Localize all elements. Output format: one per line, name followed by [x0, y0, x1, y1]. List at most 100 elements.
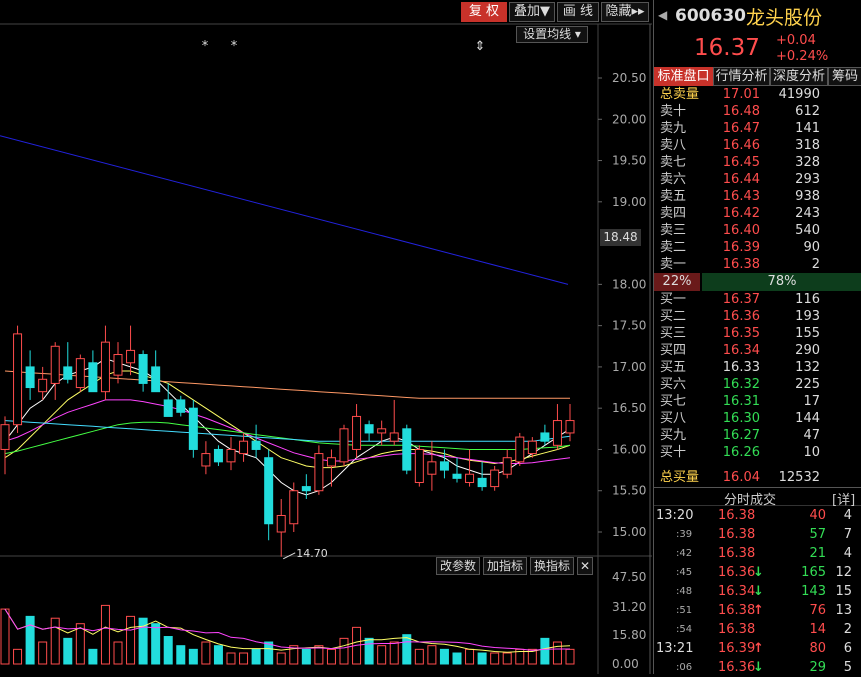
total-sell-row[interactable]: 总卖量 17.01 41990 [654, 86, 861, 103]
sell-level-row[interactable]: 卖一 16.38 2 [654, 256, 861, 273]
book-level-label: 买十 [660, 445, 687, 460]
volume-tick-label: 15.80 [612, 628, 646, 642]
switch-arrow-icon[interactable]: ◀ [658, 8, 667, 22]
candle-body [226, 448, 236, 463]
candle-body [377, 428, 387, 434]
total-buy-row[interactable]: 总买量 16.04 12532 [654, 469, 861, 486]
volume-bar [151, 623, 161, 665]
sell-level-row[interactable]: 卖三 16.40 540 [654, 222, 861, 239]
stock-code: 600630 [675, 6, 746, 26]
sell-level-row[interactable]: 卖九 16.47 141 [654, 120, 861, 137]
switch-indicator-button[interactable]: 换指标 [530, 557, 574, 575]
volume-bar [276, 652, 286, 665]
sell-level-row[interactable]: 卖七 16.45 328 [654, 154, 861, 171]
book-level-label: 买一 [660, 292, 687, 307]
book-level-price: 16.42 [722, 206, 760, 221]
book-level-price: 16.36 [722, 309, 760, 324]
volume-bar [113, 641, 123, 665]
book-level-price: 16.39 [722, 240, 760, 255]
buy-level-row[interactable]: 买二 16.36 193 [654, 308, 861, 325]
buy-level-row[interactable]: 买一 16.37 116 [654, 291, 861, 308]
change-params-button[interactable]: 改参数 [436, 557, 480, 575]
candle-body [113, 354, 123, 376]
book-level-label: 卖九 [660, 121, 687, 136]
buy-level-row[interactable]: 买五 16.33 132 [654, 359, 861, 376]
tick-time: :06 [676, 662, 693, 673]
volume-bar [251, 648, 261, 665]
buy-level-row[interactable]: 买三 16.35 155 [654, 325, 861, 342]
book-level-volume: 17 [803, 394, 820, 409]
candle-body [452, 473, 462, 479]
book-level-label: 卖三 [660, 223, 687, 238]
sell-level-row[interactable]: 卖八 16.46 318 [654, 137, 861, 154]
candle-body [402, 428, 412, 471]
event-marker: * [231, 39, 238, 54]
volume-bar [465, 648, 475, 665]
volume-bar [502, 652, 512, 665]
candle-body [502, 457, 512, 475]
buy-level-row[interactable]: 买九 16.27 47 [654, 427, 861, 444]
volume-bar [163, 636, 173, 665]
tab-market-analysis[interactable]: 行情分析 [713, 67, 770, 86]
low-price-label: 14.70 [296, 547, 328, 560]
tick-row: :39 16.38 57 7 [654, 525, 861, 544]
ticks-header: 分时成交 [详] [654, 487, 861, 508]
sell-level-row[interactable]: 卖二 16.39 90 [654, 239, 861, 256]
tick-row: 13:20 16.38 40 4 [654, 506, 861, 525]
candle-body [251, 440, 261, 450]
current-price-label: 18.48 [600, 229, 641, 246]
candle-body [176, 399, 186, 413]
book-level-volume: 318 [795, 138, 820, 153]
tab-chips[interactable]: 筹码 [828, 67, 861, 86]
tick-count: 6 [843, 641, 852, 656]
volume-bar [490, 652, 500, 665]
buy-level-row[interactable]: 买六 16.32 225 [654, 376, 861, 393]
buy-level-row[interactable]: 买四 16.34 290 [654, 342, 861, 359]
volume-bar [0, 608, 10, 665]
add-indicator-button[interactable]: 加指标 [483, 557, 527, 575]
candle-body [515, 436, 525, 463]
volume-bar [389, 641, 399, 665]
close-indicator-button[interactable]: ✕ [577, 557, 593, 575]
tick-direction-icon: ↓ [753, 660, 764, 675]
tick-price: 16.34 [718, 584, 756, 599]
tick-count: 2 [843, 622, 852, 637]
volume-ma-line [4, 608, 570, 651]
candle-body [38, 378, 48, 393]
buy-level-row[interactable]: 买七 16.31 17 [654, 393, 861, 410]
tab-standard-book[interactable]: 标准盘口 [654, 67, 713, 86]
candle-body [75, 358, 85, 389]
volume-tick-label: 47.50 [612, 570, 646, 584]
tick-row: :42 16.38 21 4 [654, 544, 861, 563]
y-tick-label: 17.00 [612, 360, 646, 374]
sell-level-row[interactable]: 卖十 16.48 612 [654, 103, 861, 120]
book-level-price: 16.35 [722, 326, 760, 341]
book-level-volume: 10 [803, 445, 820, 460]
volume-bar [25, 615, 35, 665]
tab-depth-analysis[interactable]: 深度分析 [770, 67, 828, 86]
kline-chart-area[interactable]: 复 权 叠加▼ 画 线 隐藏▸▸ 设置均线 ▾ 20.50 20.00 19.50 1… [0, 0, 652, 674]
sell-level-row[interactable]: 卖四 16.42 243 [654, 205, 861, 222]
sell-level-row[interactable]: 卖五 16.43 938 [654, 188, 861, 205]
volume-bar [100, 604, 110, 665]
book-level-price: 16.45 [722, 155, 760, 170]
candle-body [126, 349, 136, 364]
y-tick-label: 18.00 [612, 277, 646, 291]
tick-direction-icon: ↑ [753, 603, 764, 618]
book-level-label: 买七 [660, 394, 687, 409]
volume-bar [339, 637, 349, 665]
buy-level-row[interactable]: 买八 16.30 144 [654, 410, 861, 427]
buy-level-row[interactable]: 买十 16.26 10 [654, 444, 861, 461]
tick-volume: 14 [809, 622, 826, 637]
sell-level-row[interactable]: 卖六 16.44 293 [654, 171, 861, 188]
price-change-pct: +0.24% [776, 49, 829, 64]
tick-volume: 76 [809, 603, 826, 618]
volume-bar [427, 645, 437, 665]
book-level-volume: 328 [795, 155, 820, 170]
y-tick-label: 20.00 [612, 112, 646, 126]
book-level-label: 总卖量 [660, 87, 700, 102]
tick-direction-icon: ↓ [753, 565, 764, 580]
tick-time: :54 [676, 624, 693, 635]
stock-header: ◀ 600630 龙头股份 [654, 0, 861, 30]
book-level-volume: 41990 [778, 87, 820, 102]
